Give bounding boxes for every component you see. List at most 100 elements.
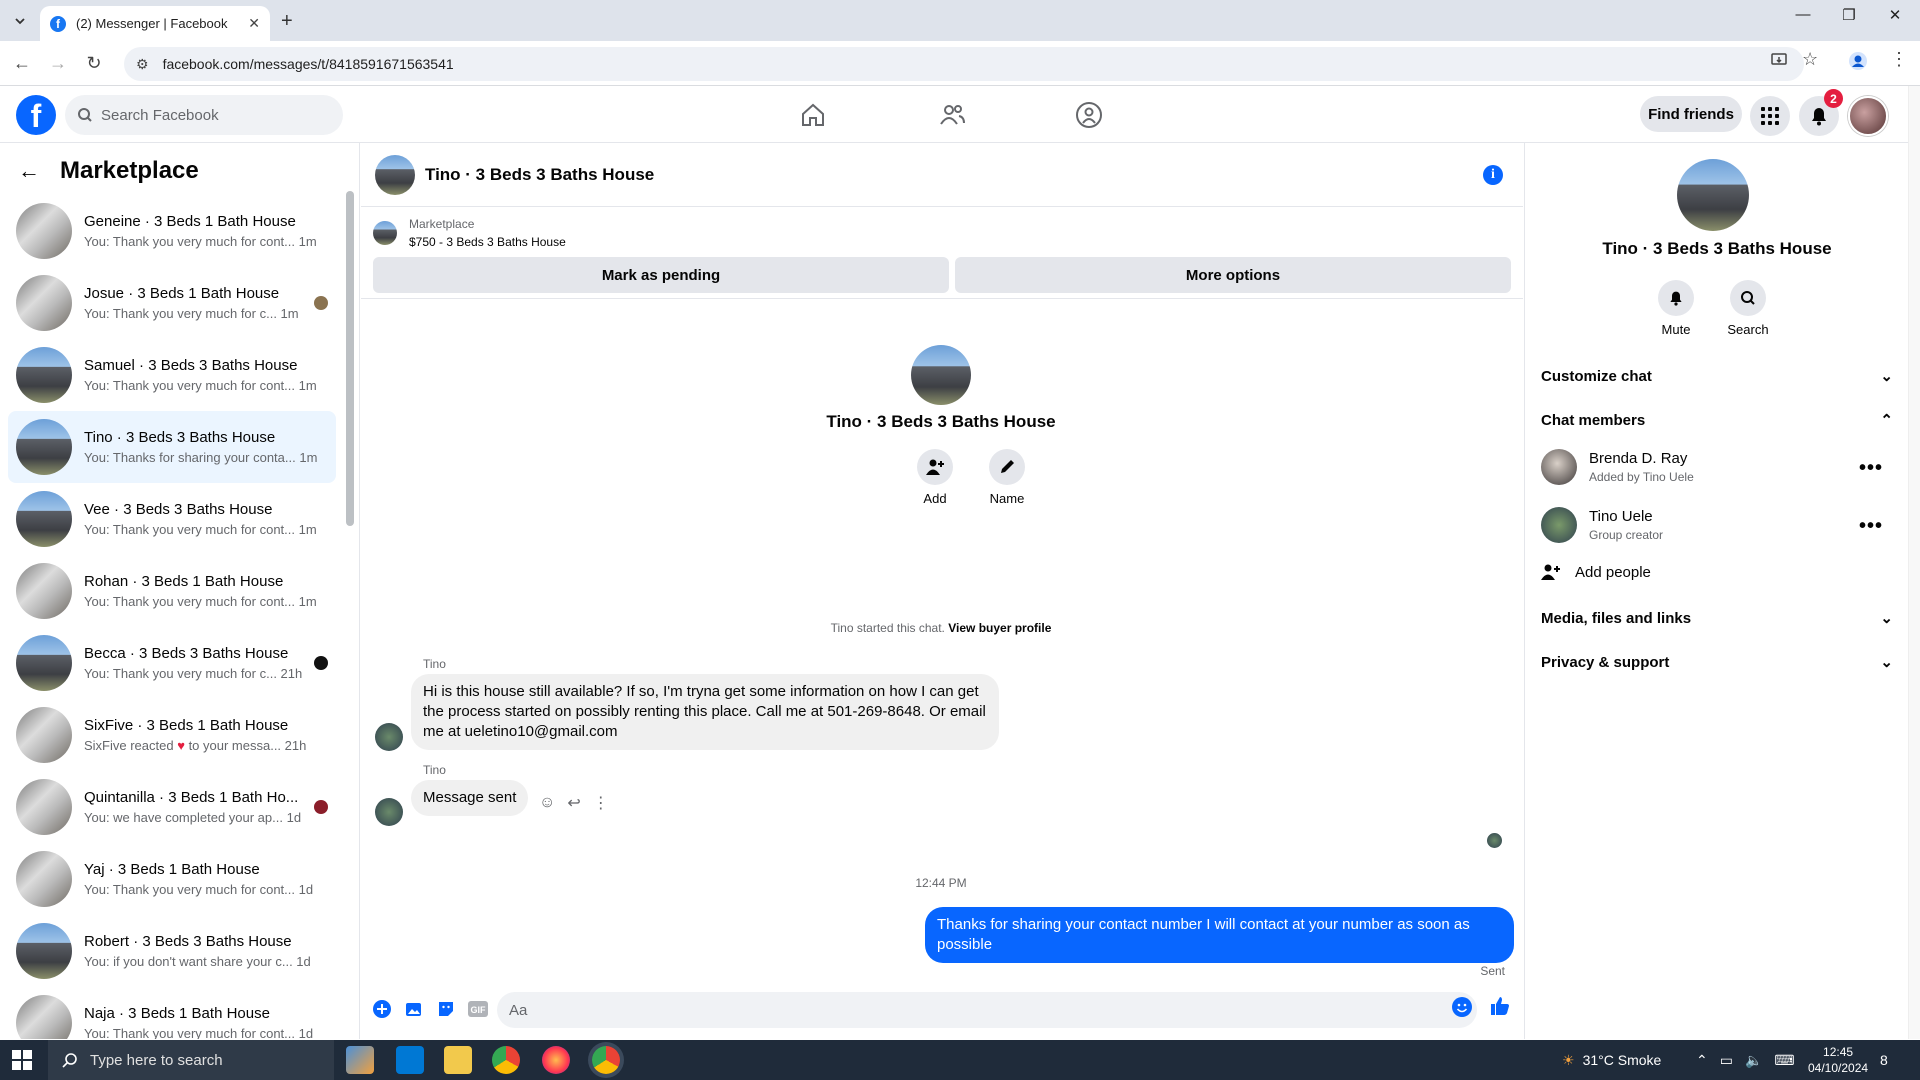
tab-close-icon[interactable]: ✕ bbox=[248, 15, 260, 32]
task-view-icon[interactable] bbox=[348, 1046, 376, 1074]
listing-info[interactable]: Marketplace $750 - 3 Beds 3 Baths House bbox=[373, 217, 566, 249]
listing-thumbnail bbox=[373, 221, 397, 245]
network-icon[interactable]: ▭ bbox=[1720, 1052, 1733, 1069]
tab-search-button[interactable] bbox=[8, 10, 32, 32]
conversation-item[interactable]: SixFive · 3 Beds 1 Bath House SixFive re… bbox=[8, 699, 336, 771]
conversation-item[interactable]: Samuel · 3 Beds 3 Baths House You: Thank … bbox=[8, 339, 336, 411]
conversation-item[interactable]: Quintanilla · 3 Beds 1 Bath Ho... You: we… bbox=[8, 771, 336, 843]
conversation-item[interactable]: Robert · 3 Beds 3 Baths House You: if you… bbox=[8, 915, 336, 987]
conversation-item[interactable]: Naja · 3 Beds 1 Bath House You: Thank you… bbox=[8, 987, 336, 1039]
conversation-item[interactable]: Vee · 3 Beds 3 Baths House You: Thank you… bbox=[8, 483, 336, 555]
plus-circle-icon[interactable] bbox=[367, 994, 397, 1024]
react-icon[interactable]: ☺ bbox=[539, 794, 555, 812]
search-action[interactable]: Search bbox=[1718, 280, 1778, 337]
store-icon[interactable] bbox=[396, 1046, 424, 1074]
name-label: Name bbox=[989, 491, 1025, 506]
conversation-item-active[interactable]: Tino · 3 Beds 3 Baths House You: Thanks f… bbox=[8, 411, 336, 483]
sticker-icon[interactable] bbox=[431, 994, 461, 1024]
listing-avatar bbox=[16, 995, 72, 1039]
seen-avatar bbox=[314, 296, 328, 310]
member-avatar bbox=[1541, 449, 1577, 485]
conversation-item[interactable]: Becca · 3 Beds 3 Baths House You: Thank y… bbox=[8, 627, 336, 699]
bookmark-star-icon[interactable]: ☆ bbox=[1802, 49, 1818, 70]
notification-badge: 2 bbox=[1824, 89, 1843, 108]
chevron-up-icon[interactable]: ⌃ bbox=[1696, 1052, 1708, 1069]
emoji-icon[interactable] bbox=[1451, 996, 1473, 1018]
view-buyer-profile-link[interactable]: View buyer profile bbox=[948, 621, 1051, 635]
privacy-support-section[interactable]: Privacy & support ⌄ bbox=[1541, 653, 1893, 672]
reply-icon[interactable]: ↩ bbox=[567, 793, 580, 813]
search-placeholder: Search Facebook bbox=[101, 106, 219, 124]
weather-widget[interactable]: ☀ 31°C Smoke bbox=[1562, 1040, 1661, 1080]
gif-icon[interactable]: GIF bbox=[463, 994, 493, 1024]
file-explorer-icon[interactable] bbox=[444, 1046, 472, 1074]
forward-icon[interactable]: → bbox=[46, 51, 70, 75]
facebook-logo[interactable]: f bbox=[16, 95, 56, 135]
browser-tab[interactable]: f (2) Messenger | Facebook ✕ bbox=[40, 6, 270, 41]
mark-as-pending-button[interactable]: Mark as pending bbox=[373, 257, 949, 293]
more-options-icon[interactable]: ••• bbox=[1859, 457, 1883, 480]
clock-date: 04/10/2024 bbox=[1808, 1061, 1869, 1075]
facebook-search-input[interactable]: Search Facebook bbox=[65, 95, 343, 135]
conversation-item[interactable]: Josue · 3 Beds 1 Bath House You: Thank yo… bbox=[8, 267, 336, 339]
chrome-active-icon[interactable] bbox=[592, 1046, 620, 1074]
windows-start-icon[interactable] bbox=[12, 1050, 32, 1070]
info-icon[interactable]: i bbox=[1483, 165, 1503, 185]
site-info-icon[interactable]: ⚙ bbox=[136, 56, 149, 73]
more-options-button[interactable]: More options bbox=[955, 257, 1511, 293]
home-icon[interactable] bbox=[795, 98, 831, 132]
message-input[interactable]: Aa bbox=[497, 992, 1477, 1028]
add-people-button[interactable]: Add people bbox=[1541, 563, 1651, 581]
conversation-name: Samuel · 3 Beds 3 Baths House bbox=[84, 357, 298, 374]
member-row[interactable]: Brenda D. Ray Added by Tino Uele ••• bbox=[1541, 449, 1893, 485]
taskbar-clock[interactable]: 12:45 04/10/2024 bbox=[1808, 1044, 1868, 1076]
back-icon[interactable]: ← bbox=[10, 51, 34, 75]
install-app-icon[interactable] bbox=[1770, 51, 1788, 69]
incoming-message[interactable]: Hi is this house still available? If so,… bbox=[411, 674, 999, 750]
member-row[interactable]: Tino Uele Group creator ••• bbox=[1541, 507, 1893, 543]
chrome-icon[interactable] bbox=[492, 1046, 520, 1074]
account-avatar[interactable] bbox=[1848, 96, 1888, 136]
outgoing-message[interactable]: Thanks for sharing your contact number I… bbox=[925, 907, 1514, 963]
new-tab-button[interactable]: + bbox=[281, 10, 293, 33]
conversation-item[interactable]: Rohan · 3 Beds 1 Bath House You: Thank yo… bbox=[8, 555, 336, 627]
back-arrow-icon[interactable]: ← bbox=[18, 158, 40, 184]
mute-action[interactable]: Mute bbox=[1646, 280, 1706, 337]
notification-center-icon[interactable]: 8 bbox=[1880, 1040, 1888, 1080]
conversation-item[interactable]: Geneine · 3 Beds 1 Bath House You: Thank … bbox=[8, 195, 336, 267]
details-avatar[interactable] bbox=[1677, 159, 1749, 231]
conversation-item[interactable]: Yaj · 3 Beds 1 Bath House You: Thank you … bbox=[8, 843, 336, 915]
incoming-message[interactable]: Message sent bbox=[411, 780, 529, 816]
minimize-button[interactable]: — bbox=[1780, 6, 1826, 23]
sidebar-scrollbar[interactable] bbox=[346, 191, 354, 526]
browser-menu-icon[interactable]: ⋮ bbox=[1890, 49, 1908, 70]
menu-grid-icon[interactable] bbox=[1750, 96, 1790, 136]
reload-icon[interactable]: ↻ bbox=[82, 51, 106, 75]
find-friends-button[interactable]: Find friends bbox=[1640, 96, 1742, 132]
close-window-button[interactable]: ✕ bbox=[1872, 6, 1918, 24]
restore-button[interactable]: ❐ bbox=[1826, 6, 1872, 24]
chat-members-section[interactable]: Chat members ⌃ bbox=[1541, 411, 1893, 430]
chat-title[interactable]: Tino · 3 Beds 3 Baths House bbox=[425, 165, 654, 185]
chat-avatar[interactable] bbox=[375, 154, 415, 195]
taskbar-search[interactable]: Type here to search bbox=[48, 1040, 334, 1080]
sender-avatar[interactable] bbox=[375, 798, 403, 826]
keyboard-icon[interactable]: ⌨ bbox=[1774, 1052, 1794, 1069]
photo-icon[interactable] bbox=[399, 994, 429, 1024]
thumbs-up-icon[interactable] bbox=[1489, 995, 1511, 1017]
add-member-action[interactable]: Add bbox=[905, 449, 965, 506]
firefox-icon[interactable] bbox=[542, 1046, 570, 1074]
page-scrollbar[interactable] bbox=[1908, 86, 1920, 1039]
volume-icon[interactable]: 🔈 bbox=[1745, 1052, 1762, 1069]
rename-action[interactable]: Name bbox=[977, 449, 1037, 506]
browser-profile-icon[interactable] bbox=[1848, 51, 1868, 71]
more-icon[interactable]: ⋮ bbox=[593, 793, 609, 813]
sender-avatar[interactable] bbox=[375, 723, 403, 751]
search-icon bbox=[1730, 280, 1766, 316]
media-files-section[interactable]: Media, files and links ⌄ bbox=[1541, 609, 1893, 628]
more-options-icon[interactable]: ••• bbox=[1859, 515, 1883, 538]
customize-chat-section[interactable]: Customize chat ⌄ bbox=[1541, 367, 1893, 386]
groups-icon[interactable] bbox=[1071, 98, 1107, 132]
address-bar[interactable]: ⚙ facebook.com/messages/t/84185916715635… bbox=[124, 47, 1804, 81]
friends-icon[interactable] bbox=[934, 98, 970, 132]
